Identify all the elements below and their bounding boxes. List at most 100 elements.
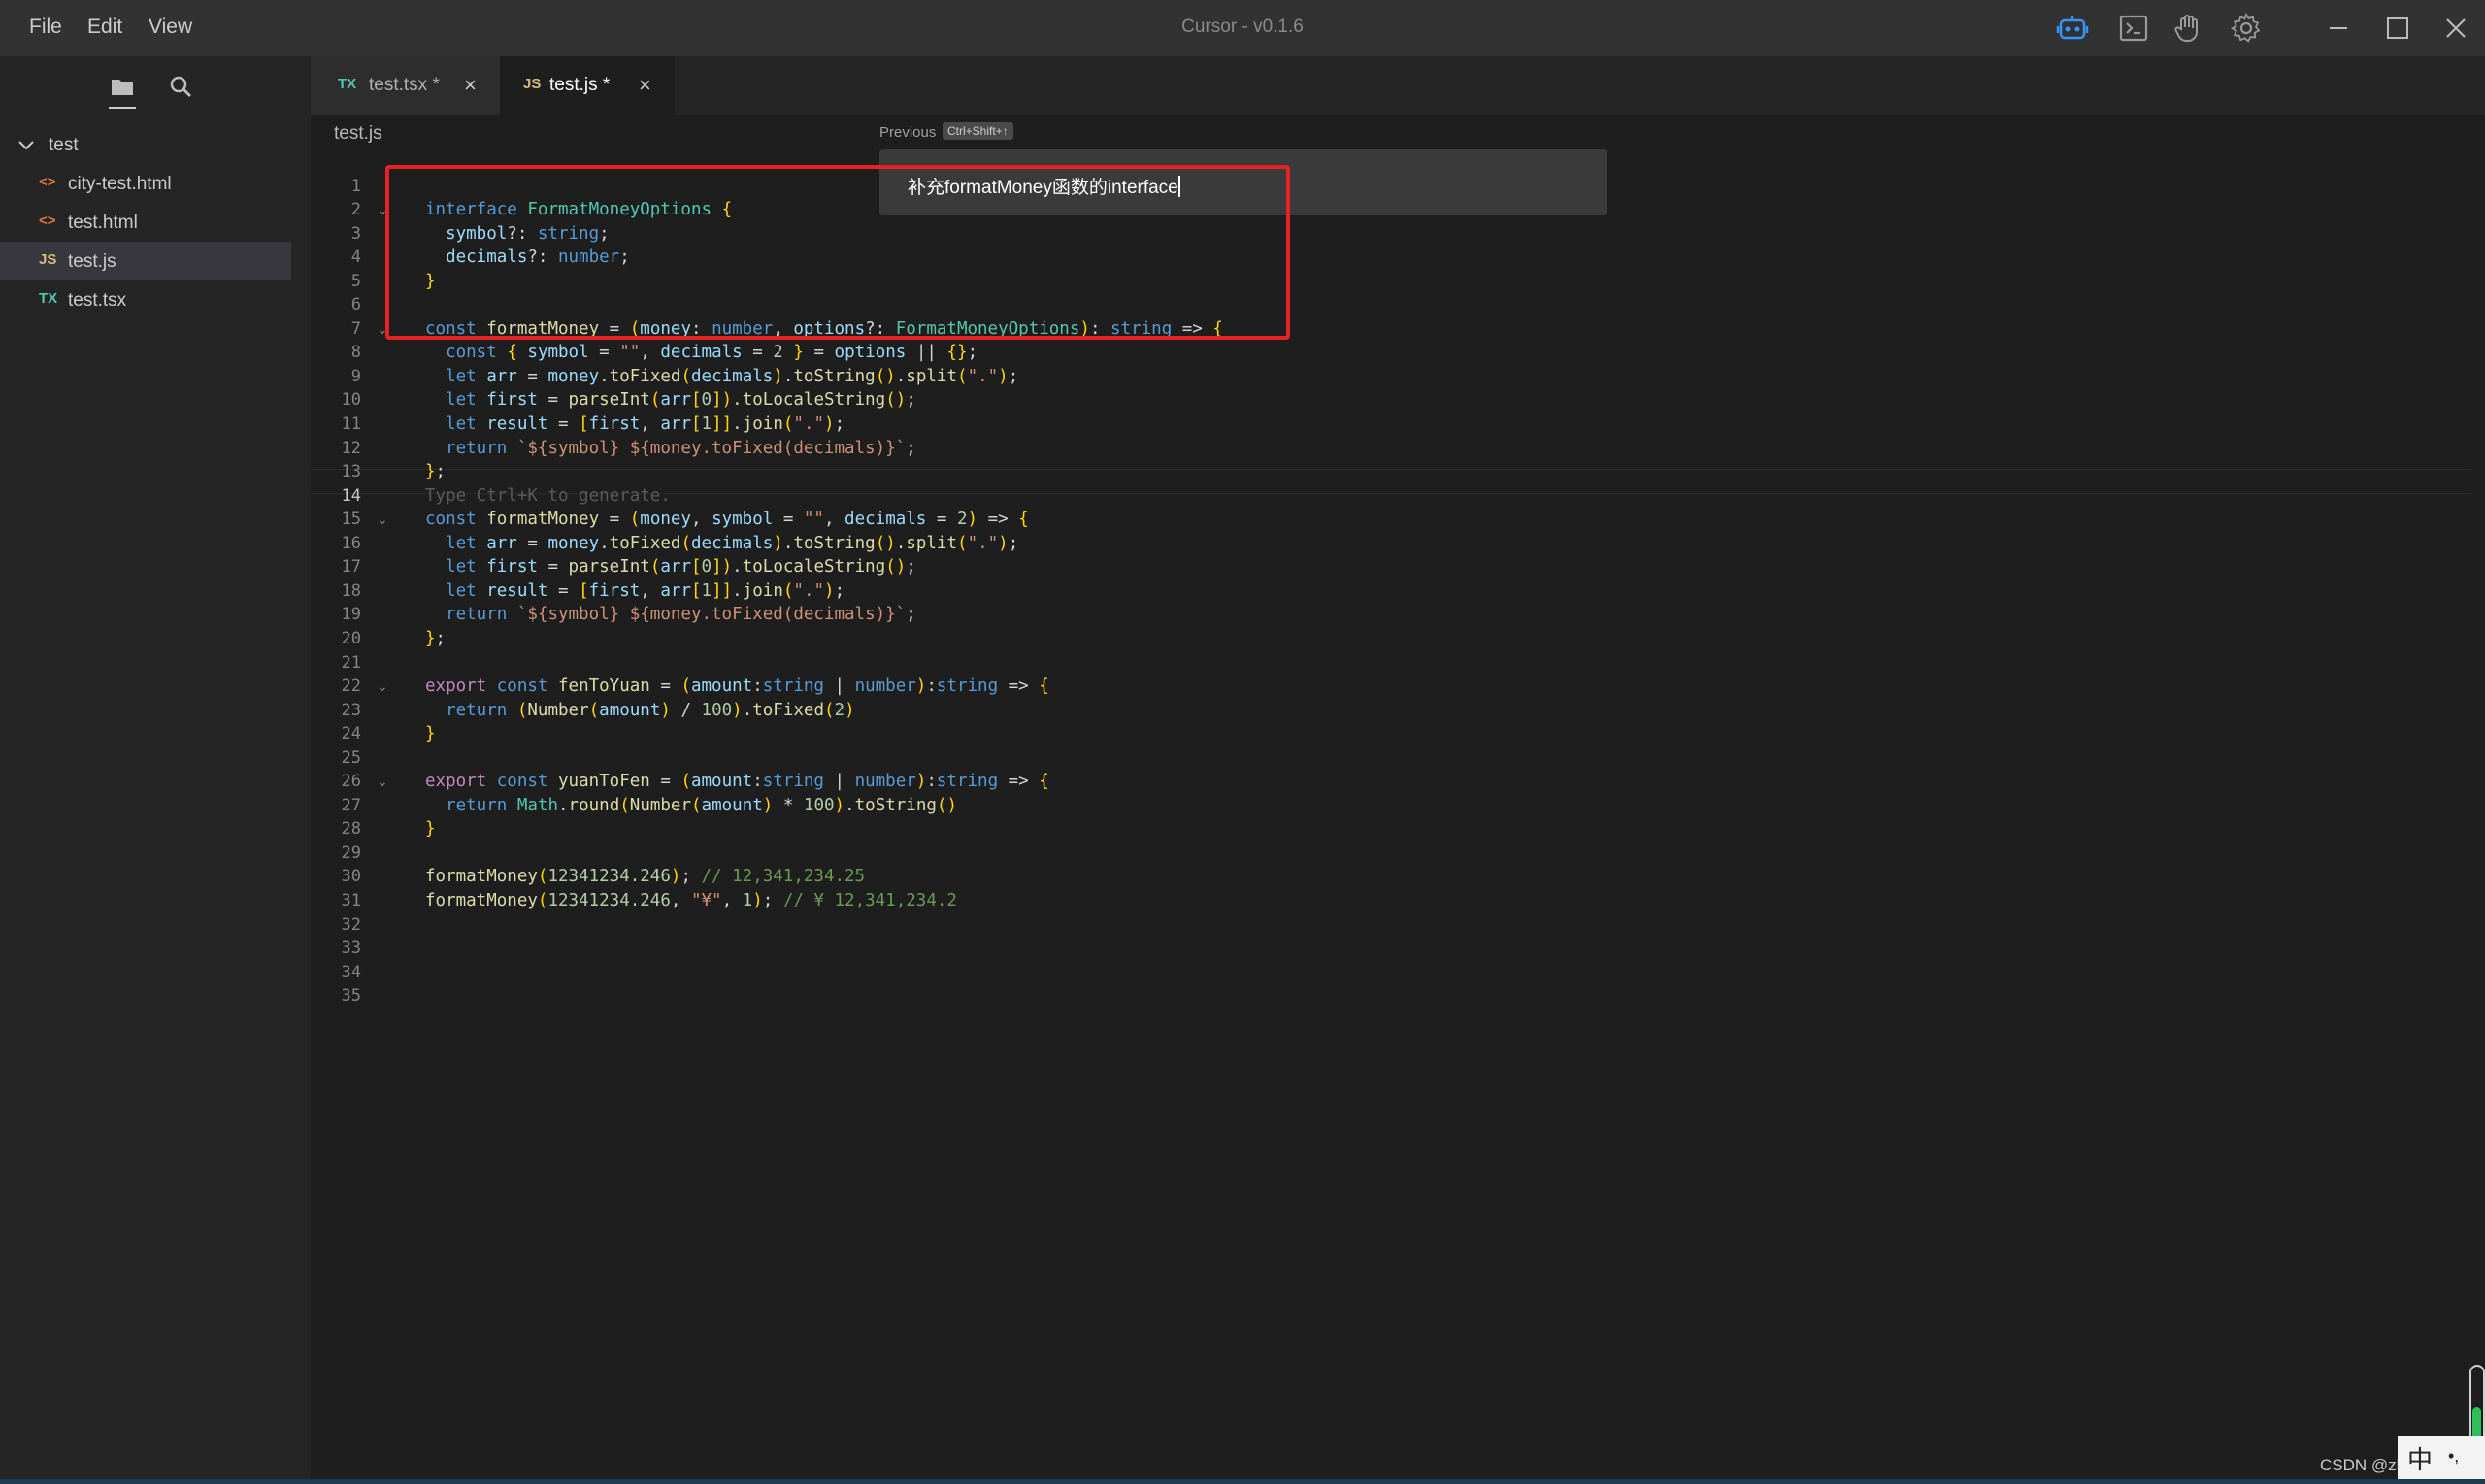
line-number: 29: [341, 842, 361, 863]
line-number: 5: [350, 271, 361, 291]
line-number: 30: [341, 867, 361, 887]
folder-row-test[interactable]: test: [0, 125, 291, 164]
line-number: 20: [341, 628, 361, 648]
html-file-icon: <>: [39, 213, 56, 229]
code-line: const formatMoney = (money, symbol = "",…: [425, 510, 1029, 530]
tab-bar: TX test.tsx * × JS test.js * ×: [311, 56, 2485, 115]
line-number: 10: [341, 390, 361, 411]
code-line: const { symbol = "", decimals = 2 } = op…: [446, 343, 978, 363]
line-number: 28: [341, 819, 361, 840]
line-number: 15: [341, 510, 361, 530]
code-line: let first = parseInt(arr[0]).toLocaleStr…: [446, 557, 916, 577]
tsx-file-icon: TX: [338, 76, 357, 92]
tab-label: test.tsx *: [369, 75, 440, 95]
terminal-icon[interactable]: [2117, 12, 2150, 45]
line-number: 26: [341, 772, 361, 792]
search-icon[interactable]: [166, 72, 195, 101]
annotation-highlight-box: [385, 165, 1290, 340]
code-line: let arr = money.toFixed(decimals).toStri…: [446, 533, 1019, 553]
line-number: 11: [341, 414, 361, 434]
fold-chevron-icon[interactable]: ⌄: [377, 511, 388, 528]
gear-icon[interactable]: [2230, 12, 2263, 45]
file-label: city-test.html: [68, 174, 172, 194]
code-line: formatMoney(12341234.246, "¥", 1); // ¥ …: [425, 891, 957, 910]
file-label: test.tsx: [68, 290, 127, 311]
file-row-test-html[interactable]: <> test.html: [0, 203, 291, 242]
minimize-icon[interactable]: [2324, 14, 2353, 43]
line-number: 25: [341, 747, 361, 768]
code-line: }: [425, 819, 436, 840]
line-number: 27: [341, 795, 361, 815]
line-number: 4: [350, 247, 361, 268]
line-number: 23: [341, 700, 361, 720]
js-file-icon: JS: [39, 251, 57, 268]
line-number: 1: [350, 176, 361, 196]
folder-label: test: [49, 135, 79, 155]
shortcut-badge: Ctrl+Shift+↑: [943, 122, 1013, 140]
code-line: let result = [first, arr[1]].join(".");: [446, 580, 845, 601]
tab-test-js[interactable]: JS test.js * ×: [500, 56, 675, 115]
code-line: };: [425, 628, 447, 648]
ime-indicator[interactable]: 中 •,: [2398, 1436, 2485, 1484]
line-number: 12: [341, 438, 361, 458]
js-file-icon: JS: [523, 76, 542, 92]
line-number: 22: [341, 676, 361, 697]
line-number: 3: [350, 223, 361, 244]
active-view-indicator: [109, 107, 136, 109]
line-number: 16: [341, 533, 361, 553]
line-number: 35: [341, 986, 361, 1006]
line-number: 9: [350, 366, 361, 386]
code-line: };: [425, 462, 447, 482]
line-number: 34: [341, 962, 361, 982]
folder-icon[interactable]: [108, 72, 137, 101]
fold-chevron-icon[interactable]: ⌄: [377, 774, 388, 790]
breadcrumb[interactable]: test.js: [334, 123, 382, 145]
line-number: 7: [350, 318, 361, 339]
tsx-file-icon: TX: [39, 290, 58, 307]
fold-chevron-icon[interactable]: ⌄: [377, 678, 388, 695]
line-number: 32: [341, 914, 361, 935]
maximize-icon[interactable]: [2383, 14, 2412, 43]
line-number: 33: [341, 939, 361, 959]
file-label: test.html: [68, 213, 138, 233]
file-row-test-js[interactable]: JS test.js: [0, 242, 291, 280]
line-number: 19: [341, 605, 361, 625]
file-row-city-test-html[interactable]: <> city-test.html: [0, 164, 291, 203]
generate-placeholder: Type Ctrl+K to generate.: [425, 485, 671, 506]
window-title: Cursor - v0.1.6: [1181, 16, 1304, 37]
line-number: 6: [350, 295, 361, 315]
code-editor[interactable]: 1 2 3 4 5 6 7 8 9 10 11 12 13 14 15 16 17 18 19 20 21 22 23 24 2…: [311, 153, 2475, 1484]
line-number: 13: [341, 462, 361, 482]
chevron-down-icon: [18, 141, 34, 150]
title-bar: File Edit View Cursor - v0.1.6: [0, 0, 2485, 56]
ime-mode-label: 中: [2407, 1445, 2434, 1474]
file-row-test-tsx[interactable]: TX test.tsx: [0, 280, 291, 319]
hand-icon[interactable]: [2172, 12, 2205, 45]
code-line: let result = [first, arr[1]].join(".");: [446, 414, 845, 434]
line-number: 2: [350, 200, 361, 220]
tab-test-tsx[interactable]: TX test.tsx * ×: [311, 56, 500, 115]
line-number: 31: [341, 891, 361, 910]
code-line: let first = parseInt(arr[0]).toLocaleStr…: [446, 390, 916, 411]
code-line: return `${symbol} ${money.toFixed(decima…: [446, 438, 916, 458]
line-number: 24: [341, 724, 361, 744]
file-explorer-sidebar: test <> city-test.html <> test.html JS t…: [0, 56, 311, 1484]
code-line: let arr = money.toFixed(decimals).toStri…: [446, 366, 1019, 386]
html-file-icon: <>: [39, 174, 56, 190]
line-number: 8: [350, 343, 361, 363]
ime-punct-label: •,: [2448, 1446, 2460, 1466]
tab-close-icon[interactable]: ×: [464, 73, 477, 98]
line-number: 18: [341, 580, 361, 601]
previous-prompt-link[interactable]: Previous: [879, 124, 936, 141]
line-number: 17: [341, 557, 361, 577]
tab-close-icon[interactable]: ×: [639, 73, 651, 98]
line-number: 21: [341, 652, 361, 673]
code-line: return `${symbol} ${money.toFixed(decima…: [446, 605, 916, 625]
code-line: return Math.round(Number(amount) * 100).…: [446, 795, 958, 815]
close-icon[interactable]: [2441, 14, 2470, 43]
status-bar: [0, 1479, 2485, 1484]
file-label: test.js: [68, 251, 116, 272]
line-number: 14: [341, 485, 361, 506]
tab-label: test.js *: [549, 75, 611, 95]
robot-icon[interactable]: [2056, 12, 2089, 45]
